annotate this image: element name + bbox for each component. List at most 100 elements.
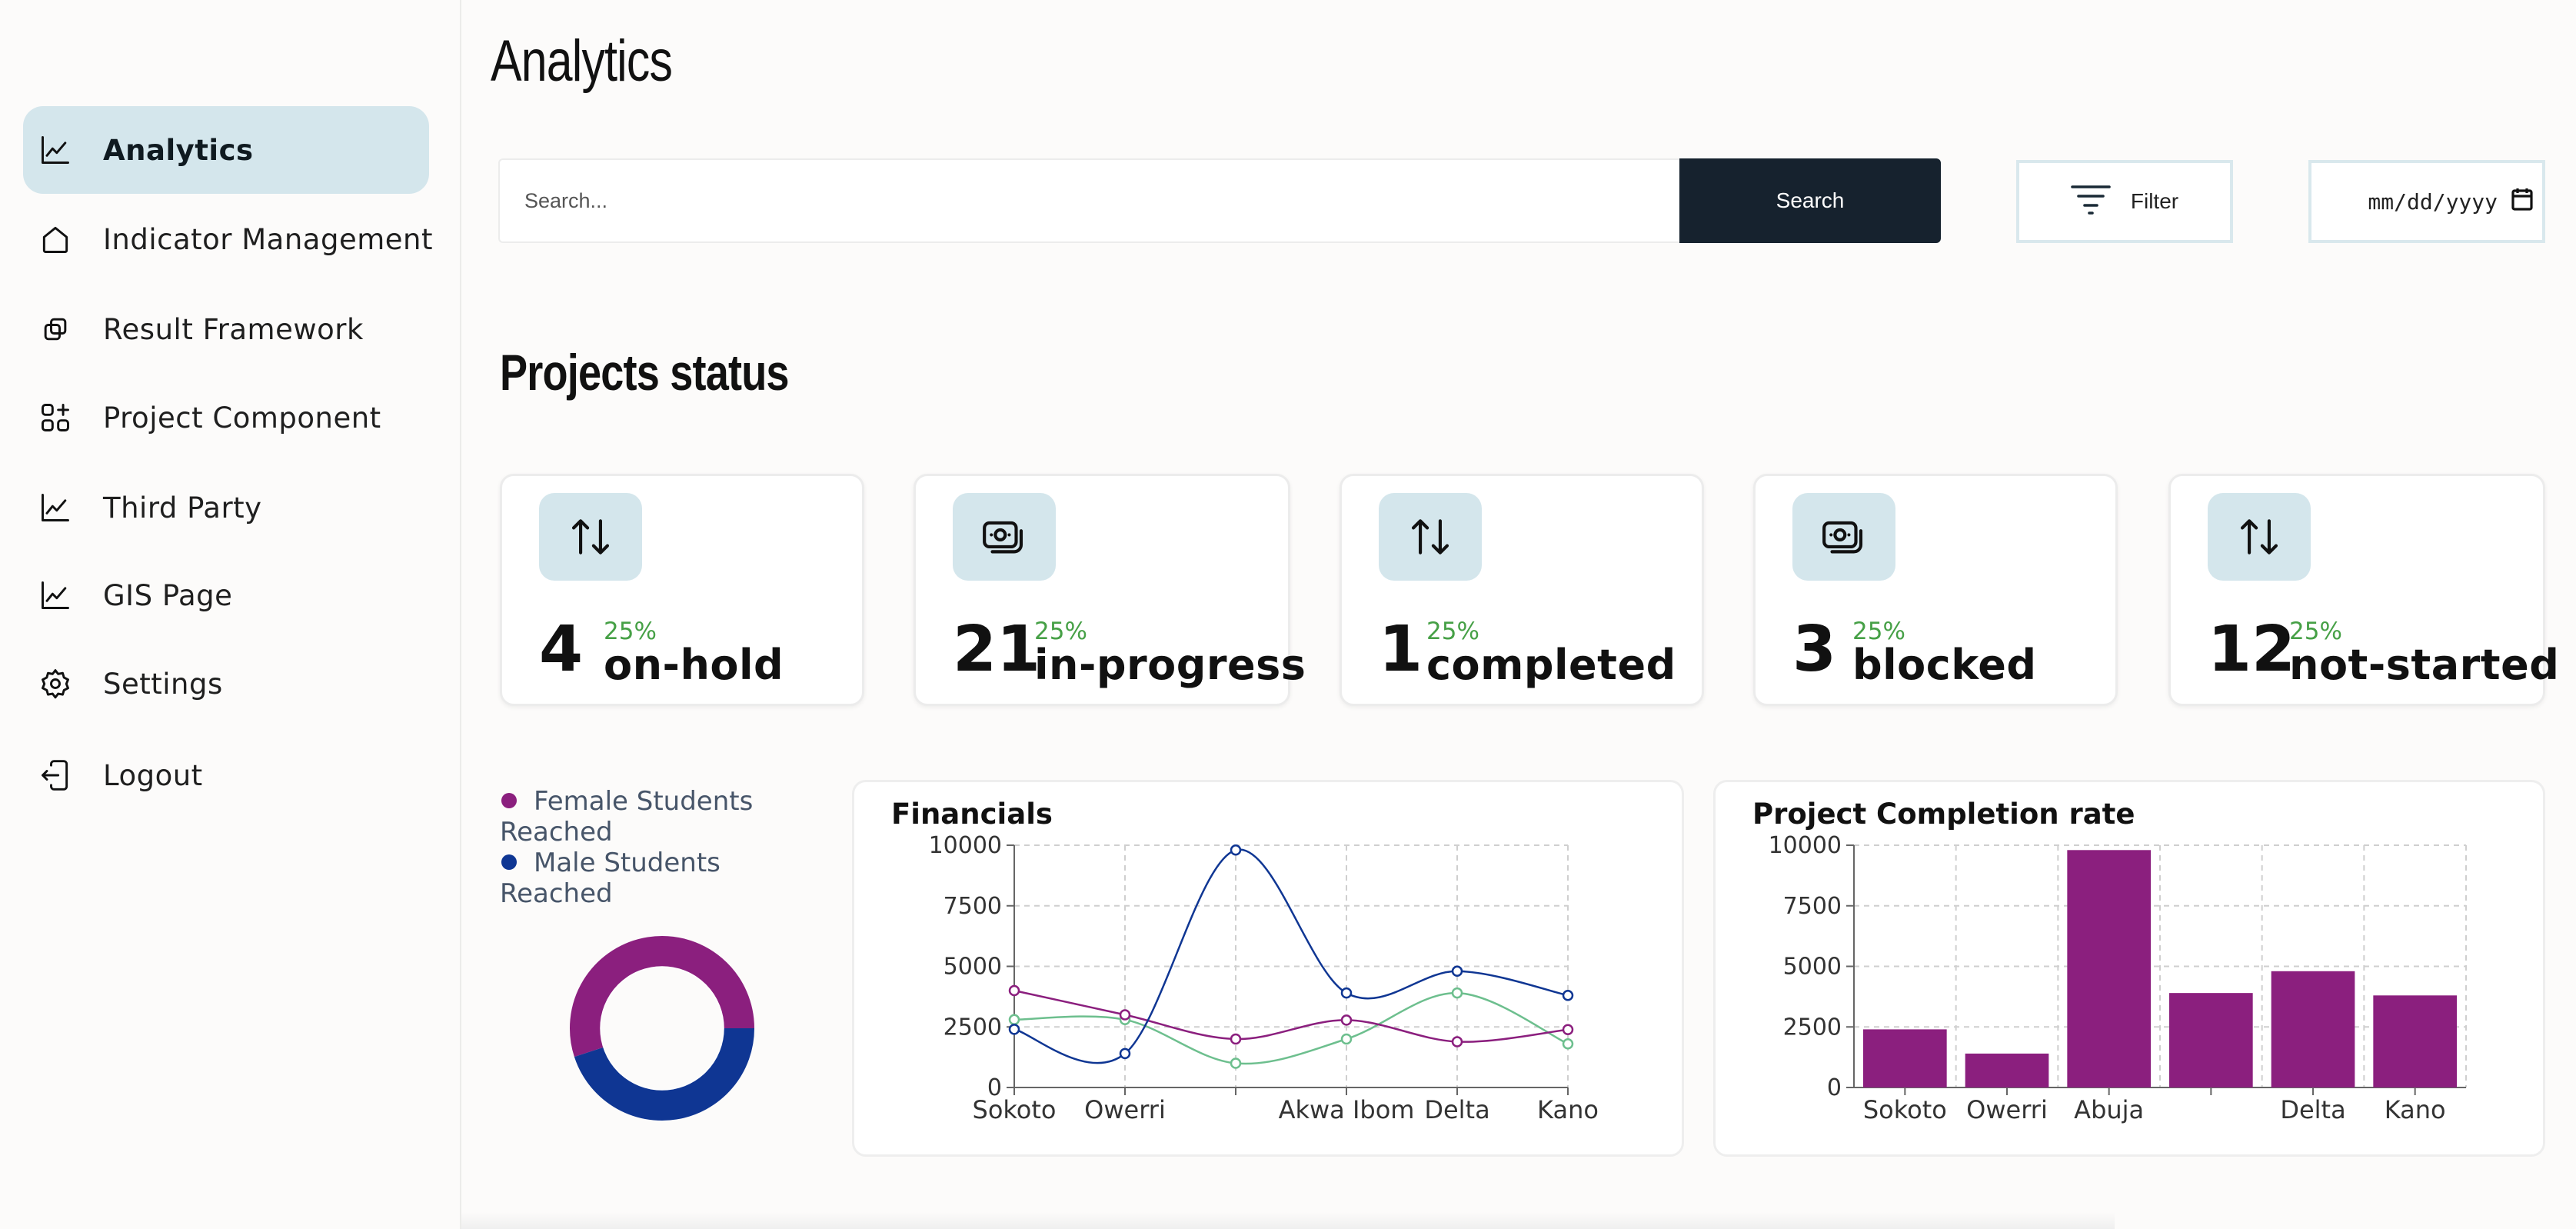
chart-line-icon (38, 578, 72, 612)
sidebar: Analytics Indicator Management Result Fr… (0, 0, 461, 1229)
bar[interactable] (2373, 995, 2457, 1087)
search-bar: Search (498, 158, 2576, 245)
filter-label: Filter (2130, 189, 2179, 213)
bottom-shadow (461, 1212, 2115, 1229)
y-tick-label: 5000 (944, 954, 1002, 981)
sidebar-item-label: Indicator Management (103, 222, 433, 256)
date-placeholder: mm/dd/yyyy (2368, 188, 2498, 215)
status-card-not-started: 12 25% not-started (2168, 474, 2559, 706)
search-button[interactable]: Search (1679, 158, 1941, 243)
y-tick-label: 10000 (929, 832, 1002, 859)
x-tick-label: Delta (2280, 1095, 2345, 1124)
y-tick-label: 10000 (1769, 832, 1842, 859)
arrows-up-down-icon (539, 493, 642, 581)
calendar-icon[interactable] (2511, 188, 2533, 216)
chart-line-icon (38, 133, 72, 167)
data-point[interactable] (1230, 844, 1242, 856)
status-card-in-progress: 21 25% in-progress (914, 474, 1306, 706)
data-point[interactable] (1451, 965, 1463, 978)
y-tick-label: 5000 (1783, 954, 1842, 981)
sidebar-item-label: Result Framework (103, 312, 364, 346)
search-input[interactable] (498, 158, 1681, 243)
data-point[interactable] (1008, 984, 1020, 997)
x-tick-label: Owerri (1966, 1095, 2048, 1124)
status-label: not-started (2289, 641, 2560, 689)
gear-icon (38, 667, 72, 701)
sidebar-item-settings[interactable]: Settings (23, 640, 429, 728)
y-tick-label: 2500 (1783, 1014, 1842, 1041)
completion-bar-chart: 0 2500 5000 7500 10000 Sokoto Owerri Abuja Delta… (1769, 832, 2467, 1124)
status-label: on-hold (604, 641, 784, 689)
sidebar-item-analytics[interactable]: Analytics (23, 106, 429, 194)
date-picker[interactable]: mm/dd/yyyy (2308, 160, 2545, 243)
series-line[interactable] (1013, 848, 1569, 1064)
status-card-completed: 1 25% completed (1340, 474, 1704, 706)
data-point[interactable] (1340, 1033, 1353, 1045)
link-icon (38, 312, 72, 346)
money-icon (953, 493, 1056, 581)
data-point[interactable] (1562, 1038, 1574, 1050)
status-label: completed (1426, 641, 1676, 689)
status-label: blocked (1852, 641, 2037, 689)
status-count: 12 (2208, 613, 2296, 686)
status-label: in-progress (1034, 641, 1306, 689)
y-tick-label: 7500 (1783, 893, 1842, 920)
sidebar-item-third-party[interactable]: Third Party (23, 464, 429, 551)
sidebar-item-gis-page[interactable]: GIS Page (23, 551, 429, 639)
data-point[interactable] (1340, 1014, 1353, 1026)
status-count: 3 (1792, 613, 1837, 686)
bar[interactable] (2169, 993, 2253, 1087)
data-point[interactable] (1562, 1024, 1574, 1035)
x-tick-label: Sokoto (1863, 1095, 1947, 1124)
x-tick-label: Akwa Ibom (1279, 1095, 1415, 1124)
data-point[interactable] (1008, 1014, 1020, 1026)
bar[interactable] (1965, 1053, 2049, 1087)
y-tick-label: 2500 (944, 1014, 1002, 1041)
y-tick-label: 0 (1827, 1074, 1842, 1101)
x-tick-label: Owerri (1084, 1095, 1166, 1124)
data-point[interactable] (1119, 1047, 1131, 1060)
data-point[interactable] (1008, 1024, 1020, 1035)
bar[interactable] (2271, 971, 2355, 1087)
financials-panel: Financials 0 2500 5000 7500 10000 Sokoto Owerr… (852, 780, 1684, 1157)
legend-label: Male Students Reached (500, 848, 721, 909)
home-icon (38, 222, 72, 256)
sidebar-item-label: GIS Page (103, 578, 233, 612)
donut-legend: Female Students Reached Male Students Re… (500, 786, 777, 909)
legend-dot (501, 854, 517, 870)
status-count: 21 (953, 613, 1041, 686)
section-title: Projects status (500, 344, 790, 401)
sidebar-item-logout[interactable]: Logout (23, 731, 429, 819)
sidebar-item-label: Project Component (103, 401, 381, 435)
legend-item-male[interactable]: Male Students Reached (500, 848, 777, 909)
data-point[interactable] (1340, 987, 1353, 999)
sidebar-item-label: Settings (103, 667, 223, 701)
x-tick-label: Abuja (2074, 1095, 2144, 1124)
bar[interactable] (1863, 1029, 1947, 1087)
data-point[interactable] (1562, 990, 1574, 1001)
data-point[interactable] (1451, 1036, 1463, 1047)
legend-item-female[interactable]: Female Students Reached (500, 786, 777, 848)
filter-icon (2071, 184, 2111, 220)
status-card-blocked: 3 25% blocked (1753, 474, 2118, 706)
page-title: Analytics (491, 28, 673, 94)
sidebar-item-label: Third Party (103, 491, 262, 525)
data-point[interactable] (1230, 1033, 1242, 1045)
financials-line-chart: 025005000750010000Sokoto Owerri Akwa Ibom D… (929, 832, 1599, 1124)
data-point[interactable] (1451, 987, 1463, 999)
money-icon (1792, 493, 1895, 581)
sidebar-item-result-framework[interactable]: Result Framework (23, 285, 429, 373)
data-point[interactable] (1230, 1057, 1242, 1069)
completion-panel: Project Completion rate 0 2500 5000 7500 100… (1713, 780, 2545, 1157)
sidebar-item-project-component[interactable]: Project Component (23, 374, 429, 461)
status-card-on-hold: 4 25% on-hold (500, 474, 864, 706)
data-point[interactable] (1119, 1009, 1131, 1021)
components-icon (38, 401, 72, 435)
logout-icon (38, 758, 72, 792)
series-line[interactable] (1013, 991, 1569, 1065)
donut-slice[interactable] (574, 1027, 754, 1121)
sidebar-item-indicator-management[interactable]: Indicator Management (23, 195, 433, 283)
filter-button[interactable]: Filter (2016, 160, 2233, 243)
bar[interactable] (2067, 850, 2151, 1087)
sidebar-item-label: Logout (103, 758, 203, 792)
